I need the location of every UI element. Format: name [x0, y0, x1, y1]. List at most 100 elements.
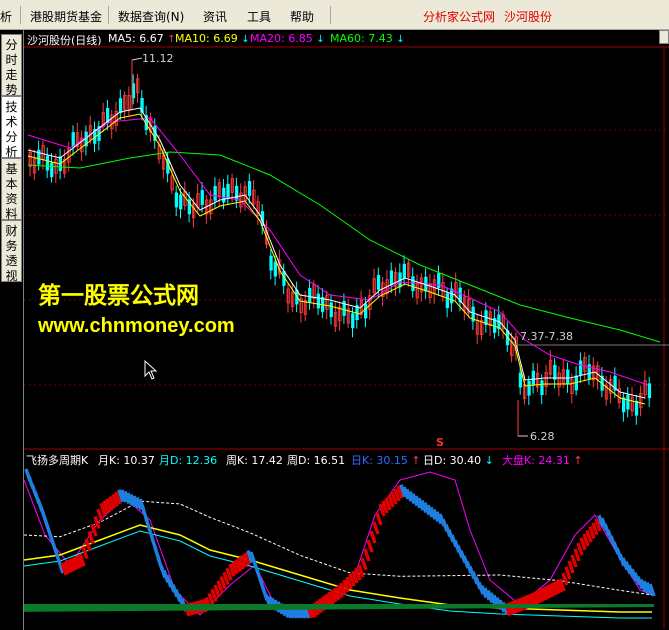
- day-kd-ribbon: [606, 529, 614, 543]
- tab-intraday[interactable]: 分时走势: [1, 34, 22, 97]
- menu-analysis[interactable]: 析: [0, 8, 12, 25]
- candle-body: [566, 369, 570, 385]
- day-kd-ribbon: [318, 598, 326, 612]
- day-kd-ribbon: [138, 498, 146, 512]
- candle-body: [428, 283, 432, 299]
- chart-title: 沙河股份(日线): [27, 34, 102, 47]
- candle-body: [80, 137, 84, 153]
- candle-body: [217, 182, 222, 198]
- day-kd-ribbon: [612, 541, 620, 555]
- day-kd-ribbon: [279, 603, 287, 617]
- candle-body: [63, 158, 67, 174]
- menu-info[interactable]: 资讯: [203, 8, 227, 25]
- candle-body: [492, 318, 497, 333]
- tab-technical-analysis[interactable]: 技术分析: [1, 96, 22, 159]
- menu-data-query[interactable]: 数据查询(N): [118, 8, 184, 25]
- day-kd-ribbon: [216, 580, 224, 594]
- day-kd-ribbon: [228, 563, 236, 577]
- day-kd-ribbon: [609, 535, 617, 549]
- month-k-band: [528, 604, 534, 608]
- month-k-band: [84, 604, 90, 612]
- candle-body: [179, 194, 183, 210]
- candle-body: [458, 287, 462, 303]
- day-kd-ribbon: [618, 553, 626, 567]
- candle-body: [260, 211, 265, 226]
- link-stock-name[interactable]: 沙河股份: [504, 8, 552, 25]
- day-kd-ribbon: [111, 493, 119, 507]
- candle-body: [561, 369, 566, 384]
- month-k-band: [264, 604, 270, 610]
- high-price-label: 11.12: [142, 52, 174, 65]
- candle-body: [363, 303, 368, 319]
- month-k-band: [480, 604, 486, 609]
- candle-body: [613, 375, 617, 391]
- month-k-band: [426, 604, 432, 609]
- day-kd-ribbon: [348, 573, 356, 587]
- month-k-band: [48, 604, 54, 612]
- month-k-band: [546, 604, 552, 608]
- day-kd-ribbon: [117, 489, 125, 503]
- month-k-band: [270, 604, 276, 610]
- tab-financial[interactable]: 财务透视: [1, 220, 22, 283]
- month-k-band: [468, 604, 474, 609]
- watermark-url: www.chnmoney.com: [38, 315, 235, 337]
- day-kd-ribbon: [378, 503, 386, 517]
- day-kd-ribbon: [258, 578, 266, 592]
- month-k-band: [324, 604, 330, 610]
- link-fenxijia[interactable]: 分析家公式网: [423, 8, 495, 25]
- candle-body: [523, 384, 527, 399]
- month-k-band: [60, 604, 66, 612]
- month-k-band: [282, 604, 288, 610]
- day-kd-ribbon: [297, 605, 305, 619]
- month-k-band: [78, 604, 84, 612]
- candle-body: [67, 147, 71, 163]
- day-kd-ribbon: [213, 584, 221, 598]
- candle-body: [398, 272, 402, 288]
- month-k-band: [564, 604, 570, 608]
- day-kd-ribbon: [516, 598, 524, 612]
- candle-body: [372, 278, 376, 294]
- tab-basic-info[interactable]: 基本资料: [1, 158, 22, 221]
- menu-tools[interactable]: 工具: [247, 8, 271, 25]
- day-kd-ribbon: [336, 584, 344, 599]
- day-kd-ribbon: [264, 594, 272, 608]
- day-kd-ribbon: [312, 602, 320, 616]
- candle-body: [609, 378, 613, 394]
- day-d-value: 日D: 30.40 ↓: [423, 454, 494, 467]
- panel-scroll-button[interactable]: [659, 30, 669, 44]
- month-k-band: [462, 604, 468, 609]
- day-kd-ribbon: [447, 529, 455, 543]
- day-kd-ribbon: [42, 515, 50, 529]
- candle-body: [265, 229, 269, 245]
- candle-body: [591, 365, 596, 381]
- month-k-band: [408, 604, 414, 609]
- day-kd-ribbon: [102, 500, 110, 514]
- candle-body: [282, 270, 286, 286]
- day-kd-ribbon: [429, 506, 437, 520]
- month-k-band: [504, 604, 510, 609]
- day-kd-ribbon: [480, 585, 488, 599]
- month-k-band: [642, 604, 648, 608]
- candle-body: [58, 156, 62, 172]
- day-kd-ribbon: [165, 574, 173, 588]
- candle-body: [148, 117, 153, 133]
- candle-body: [273, 261, 278, 277]
- candle-body: [127, 95, 131, 110]
- menu-hk-futures-funds[interactable]: 港股期货基金: [30, 8, 102, 25]
- candle-body: [106, 107, 110, 123]
- month-k-band: [582, 604, 588, 608]
- month-k-band: [624, 604, 630, 608]
- month-k-band: [522, 604, 528, 608]
- day-kd-ribbon: [438, 513, 446, 527]
- month-k-band: [432, 604, 438, 609]
- month-k-band: [36, 604, 42, 612]
- candle-body: [600, 375, 604, 391]
- menu-help[interactable]: 帮助: [290, 8, 314, 25]
- candle-body: [295, 289, 299, 305]
- menu-bar: 析 港股期货基金 数据查询(N) 资讯 工具 帮助 分析家公式网 沙河股份: [0, 0, 669, 30]
- day-kd-ribbon: [147, 527, 155, 541]
- day-kd-ribbon: [597, 514, 605, 528]
- day-kd-ribbon: [639, 578, 647, 593]
- day-kd-ribbon: [564, 566, 572, 580]
- day-kd-ribbon: [495, 597, 503, 611]
